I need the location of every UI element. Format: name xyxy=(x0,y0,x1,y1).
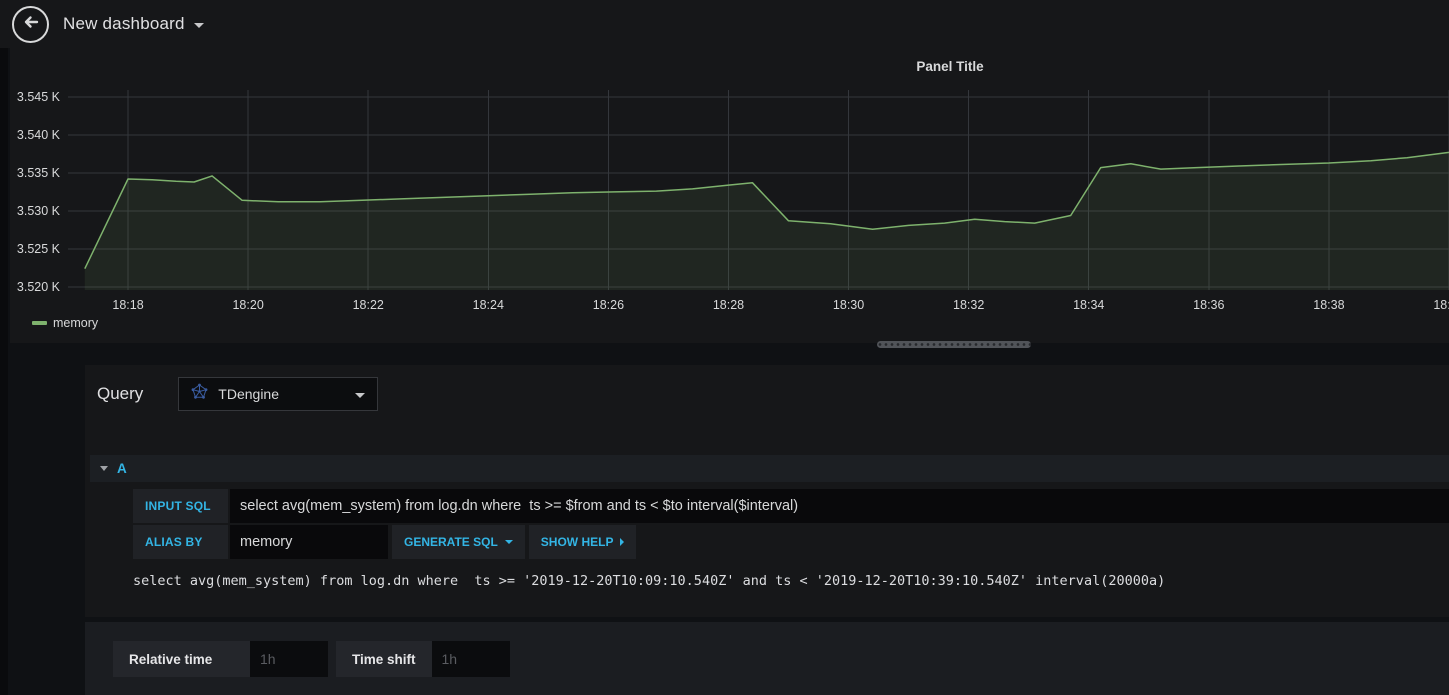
arrow-left-icon xyxy=(21,12,41,37)
chevron-down-icon xyxy=(504,540,513,544)
chart-plot-area[interactable] xyxy=(68,90,1449,290)
memory-line-chart xyxy=(68,90,1449,290)
x-tick-label: 18:30 xyxy=(832,298,865,312)
top-nav: New dashboard xyxy=(0,0,1449,48)
alias-by-field[interactable] xyxy=(230,525,388,559)
x-tick-label: 18:26 xyxy=(592,298,625,312)
generated-sql-text: select avg(mem_system) from log.dn where… xyxy=(133,573,1166,589)
legend-item[interactable]: memory xyxy=(32,316,98,330)
graph-panel: Panel Title 3.545 K 3.540 K 3.535 K 3.530 K… xyxy=(10,48,1449,343)
x-tick-label: 18:36 xyxy=(1193,298,1225,312)
chevron-down-icon[interactable] xyxy=(193,22,204,28)
x-tick-label: 18:20 xyxy=(232,298,264,312)
chart-legend: memory xyxy=(32,316,98,330)
query-editor-card: Query TDengine A INPUT SQL select avg(me… xyxy=(85,365,1449,617)
time-shift-field[interactable] xyxy=(431,641,510,677)
tdengine-icon xyxy=(191,383,208,405)
datasource-picker[interactable]: TDengine xyxy=(178,377,379,411)
x-tick-label: 18:40 xyxy=(1433,298,1449,312)
alias-by-label: ALIAS BY xyxy=(133,525,228,559)
time-options-card: Relative time Time shift xyxy=(85,622,1449,695)
x-tick-label: 18:38 xyxy=(1313,298,1345,312)
legend-color-swatch xyxy=(32,321,47,325)
collapse-caret-icon xyxy=(100,466,108,471)
datasource-name: TDengine xyxy=(218,386,279,402)
query-row-header[interactable]: A xyxy=(90,455,1449,482)
edit-tab-strip xyxy=(0,365,85,695)
back-button[interactable] xyxy=(12,5,49,43)
chevron-down-icon xyxy=(355,392,366,398)
x-tick-label: 18:28 xyxy=(712,298,745,312)
query-ref-letter: A xyxy=(117,461,127,476)
query-section-label: Query xyxy=(97,384,144,403)
x-tick-label: 18:24 xyxy=(472,298,504,312)
x-tick-label: 18:18 xyxy=(112,298,144,312)
legend-label: memory xyxy=(53,316,99,330)
x-tick-label: 18:34 xyxy=(1073,298,1105,312)
dashboard-title[interactable]: New dashboard xyxy=(63,14,185,34)
time-shift-label: Time shift xyxy=(336,641,432,677)
x-tick-label: 18:22 xyxy=(352,298,384,312)
x-tick-label: 18:32 xyxy=(953,298,985,312)
generate-sql-button[interactable]: GENERATE SQL xyxy=(392,525,525,559)
panel-scrollbar-thumb[interactable] xyxy=(877,341,1031,348)
relative-time-label: Relative time xyxy=(113,641,250,677)
chevron-right-icon xyxy=(620,538,625,546)
input-sql-label: INPUT SQL xyxy=(133,489,228,523)
show-help-button[interactable]: SHOW HELP xyxy=(528,525,637,559)
relative-time-field[interactable] xyxy=(250,641,328,677)
input-sql-field[interactable] xyxy=(230,489,1449,523)
